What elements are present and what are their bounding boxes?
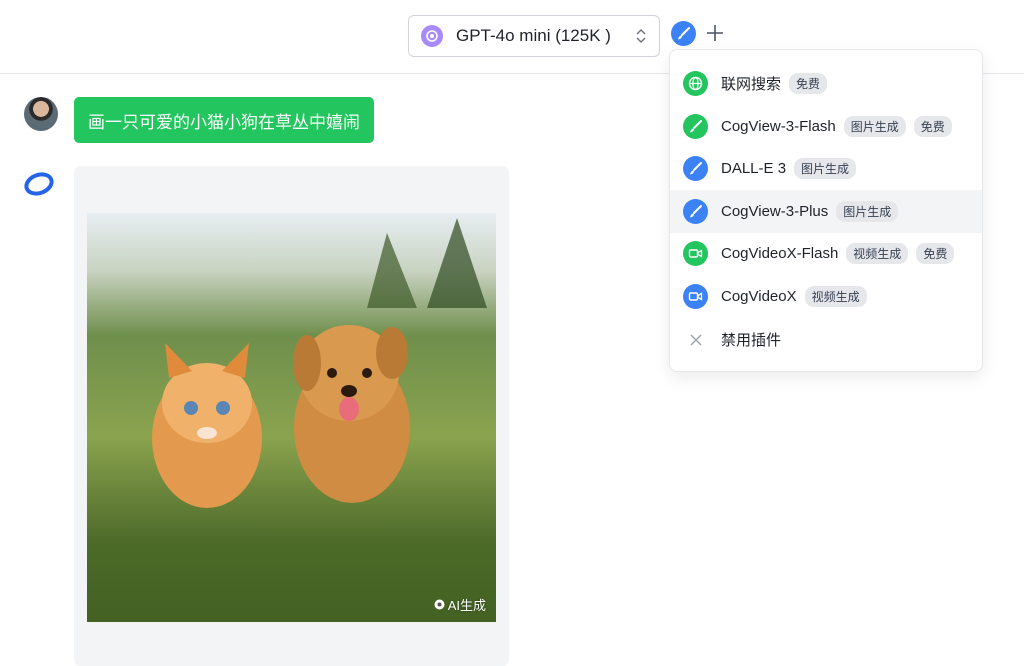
brush-icon [683,199,708,224]
brush-icon [683,156,708,181]
plugin-tag: 免费 [916,243,955,264]
assistant-logo-icon [22,168,58,200]
plugin-label: 禁用插件 [721,332,782,349]
plugin-label: CogView-3-Plus [721,203,829,220]
plugin-tag: 图片生成 [836,201,899,222]
kitten-puppy-illustration [87,218,496,622]
plus-icon [707,25,723,41]
brush-icon [678,27,690,40]
sparkle-icon [434,599,445,610]
plugin-tag: 图片生成 [794,158,857,179]
plugin-item-cogvideox[interactable]: CogVideoX 视频生成 [670,275,982,318]
plugin-toggle-button[interactable] [671,21,696,46]
ai-generated-badge: AI生成 [434,595,486,614]
plugin-tag: 免费 [913,116,952,137]
add-button[interactable] [704,22,726,44]
plugin-label: CogView-3-Flash [721,118,836,135]
plugin-item-cogview-3-plus[interactable]: CogView-3-Plus 图片生成 [670,190,982,233]
plugin-item-dall-e-3[interactable]: DALL-E 3 图片生成 [670,147,982,190]
plugin-tag: 视频生成 [846,243,909,264]
video-icon [683,241,708,266]
globe-icon [683,71,708,96]
plugin-tag: 图片生成 [843,116,906,137]
close-icon [683,327,708,352]
plugin-label: CogVideoX [721,288,797,305]
plugin-item-disable[interactable]: 禁用插件 [670,318,982,361]
ai-badge-label: AI生成 [447,598,486,613]
chevron-updown-icon [635,27,647,50]
brush-icon [683,114,708,139]
plugin-tag: 视频生成 [804,286,867,307]
plugin-dropdown-menu: 联网搜索 免费 CogView-3-Flash 图片生成 免费 DALL-E 3… [669,49,983,372]
model-name: GPT-4o mini (125K ) [456,26,611,45]
plugin-item-web-search[interactable]: 联网搜索 免费 [670,62,982,105]
plugin-item-cogvideox-flash[interactable]: CogVideoX-Flash 视频生成 免费 [670,232,982,275]
plugin-tag: 免费 [789,73,828,94]
model-selector[interactable]: GPT-4o mini (125K ) [408,15,660,57]
generated-image[interactable]: AI生成 [87,213,496,622]
user-avatar [24,97,58,131]
plugin-item-cogview-3-flash[interactable]: CogView-3-Flash 图片生成 免费 [670,105,982,148]
user-message-bubble: 画一只可爱的小猫小狗在草丛中嬉闹 [74,97,374,143]
plugin-label: DALL-E 3 [721,160,787,177]
plugin-label: CogVideoX-Flash [721,245,839,262]
video-icon [683,284,708,309]
openai-logo-icon [421,25,443,47]
plugin-label: 联网搜索 [721,76,782,93]
